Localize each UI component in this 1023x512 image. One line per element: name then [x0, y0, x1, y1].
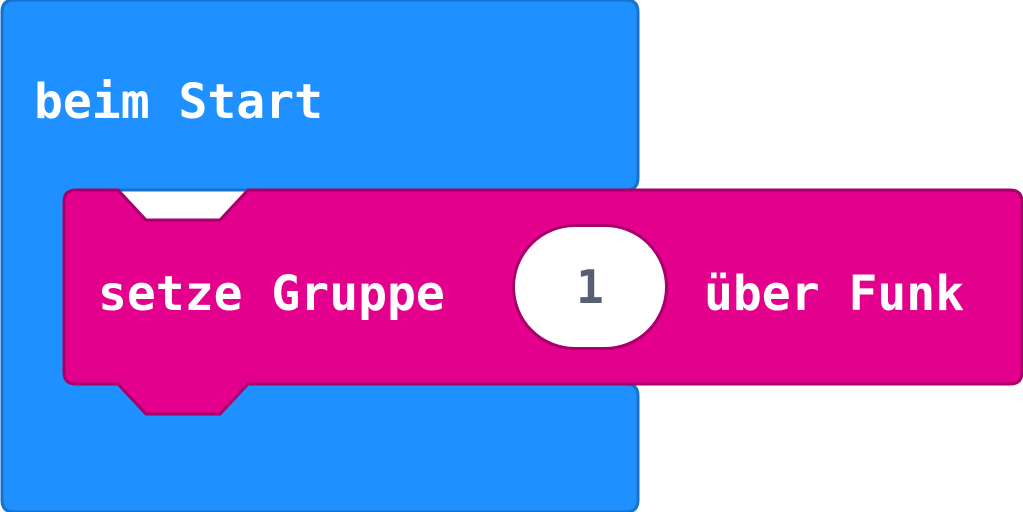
via-radio-label: über Funk: [704, 266, 965, 322]
on-start-label: beim Start: [34, 74, 323, 130]
workspace: beim Start setze Gruppe 1 über Funk: [0, 0, 1023, 512]
group-number-input[interactable]: 1: [512, 224, 668, 350]
set-group-label: setze Gruppe: [98, 266, 445, 322]
